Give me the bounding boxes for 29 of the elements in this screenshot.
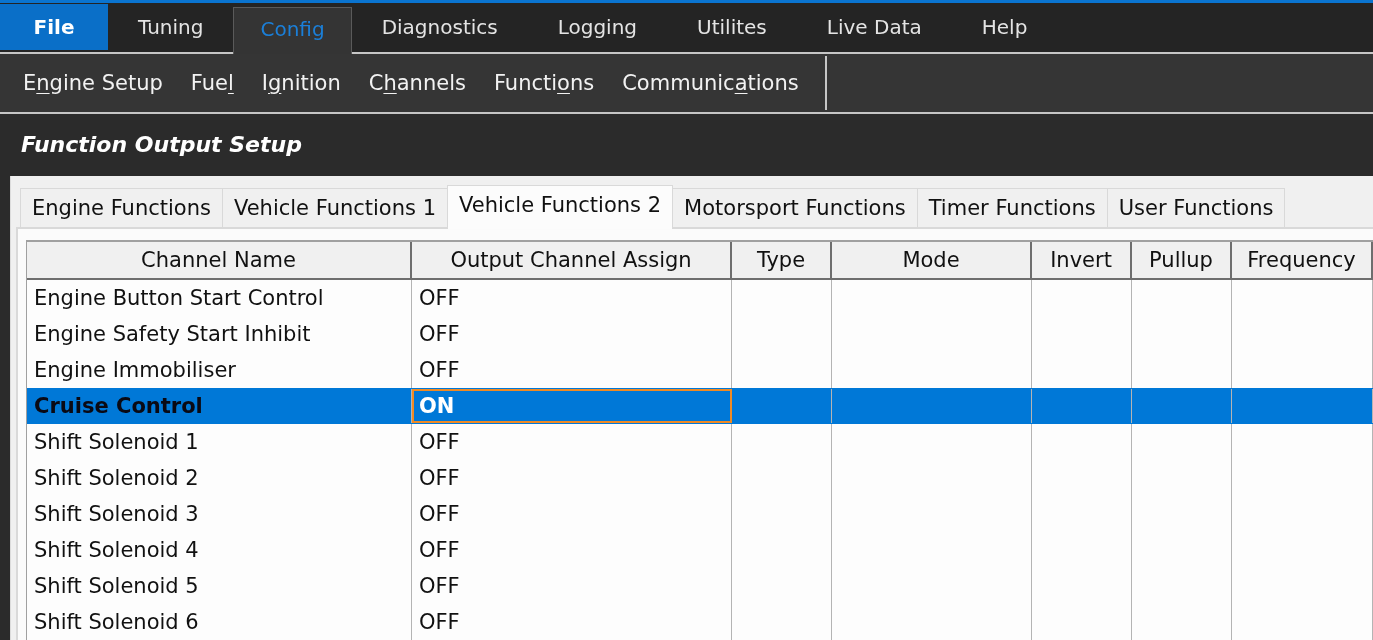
tab[interactable]: Engine Functions <box>20 188 223 227</box>
submenu-item[interactable]: Communications <box>608 62 813 103</box>
submenu-item[interactable]: Functions <box>479 62 609 103</box>
menu-item[interactable]: Diagnostics <box>351 3 528 50</box>
menu-item[interactable]: Logging <box>527 3 668 50</box>
submenu-item[interactable]: Channels <box>354 62 480 103</box>
tab[interactable]: User Functions <box>1106 188 1286 227</box>
table-cell: Shift Solenoid 6 <box>27 604 412 640</box>
column-header[interactable]: Invert <box>1032 242 1132 278</box>
submenu-item[interactable]: Fuel <box>176 62 248 103</box>
page-title: Function Output Setup <box>21 132 302 158</box>
menu-item[interactable]: Live Data <box>796 3 952 50</box>
menu-item[interactable]: Help <box>951 3 1058 50</box>
table-cell: Cruise Control <box>27 389 412 423</box>
menu-item[interactable]: Utilites <box>667 3 797 50</box>
menu-item[interactable]: Tuning <box>108 3 234 50</box>
column-header[interactable]: Type <box>732 242 832 278</box>
tab[interactable]: Vehicle Functions 2 <box>447 185 674 229</box>
column-header[interactable]: Mode <box>832 242 1032 278</box>
column-header[interactable]: Output Channel Assign <box>412 242 732 278</box>
column-header[interactable]: Frequency <box>1232 242 1373 278</box>
table-cell[interactable]: ON <box>412 389 732 423</box>
table-row[interactable]: Cruise Control ON <box>27 388 1373 424</box>
column-header[interactable]: Channel Name <box>27 242 412 278</box>
submenu-item[interactable]: Engine Setup <box>9 62 177 103</box>
column-header[interactable]: Pullup <box>1132 242 1232 278</box>
submenu-item[interactable]: Ignition <box>247 62 355 103</box>
table-cell[interactable]: OFF <box>412 604 732 640</box>
menu-item[interactable]: File <box>0 3 108 50</box>
